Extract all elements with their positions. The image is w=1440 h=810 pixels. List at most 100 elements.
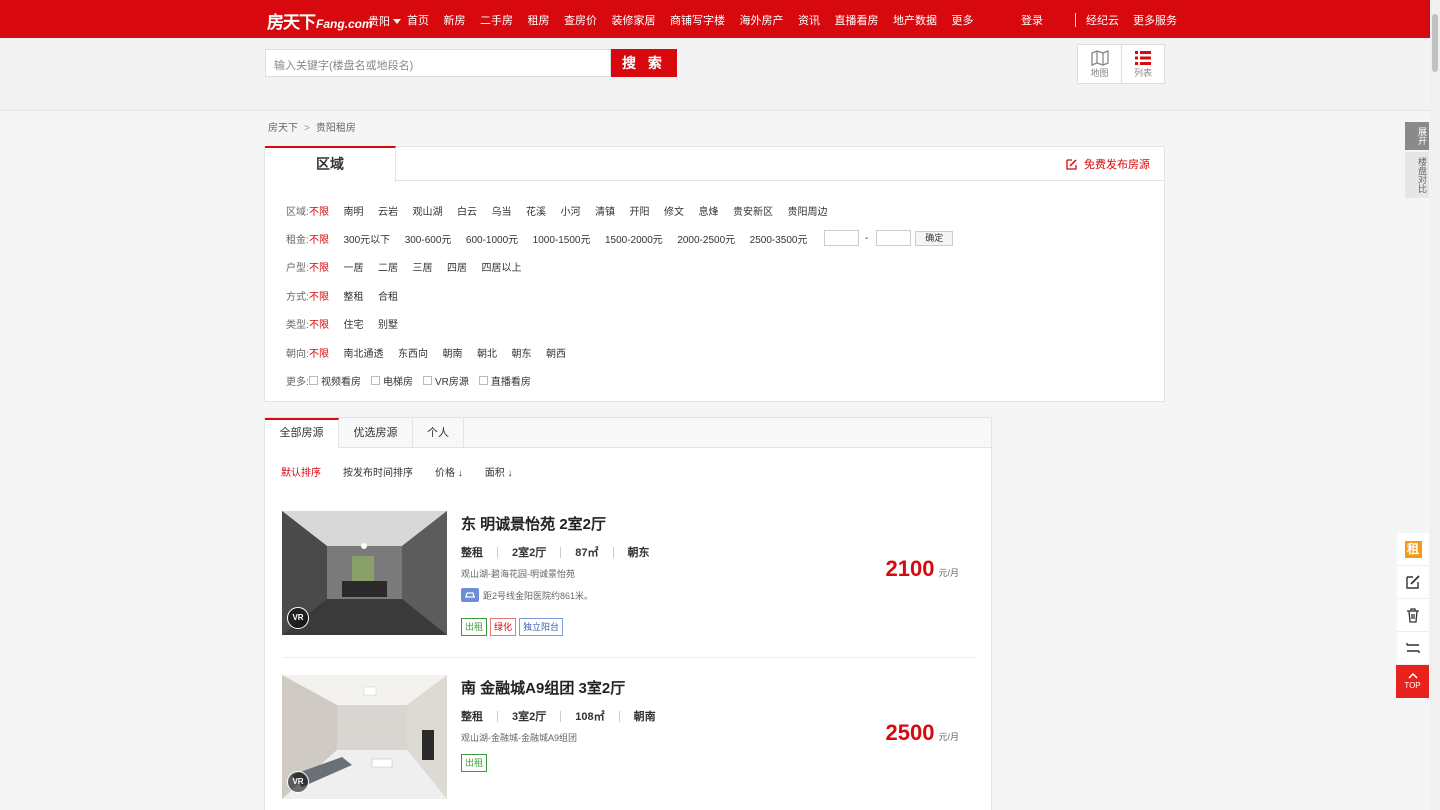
expand-button[interactable]: 展开 xyxy=(1405,122,1429,150)
filter-option[interactable]: 朝北 xyxy=(477,345,497,360)
filter-option[interactable]: 息烽 xyxy=(699,203,719,218)
compare-swap-button[interactable] xyxy=(1397,632,1429,665)
filter-option[interactable]: 朝西 xyxy=(546,345,566,360)
filter-option[interactable]: 1500-2000元 xyxy=(605,231,663,246)
tab-all-listings[interactable]: 全部房源 xyxy=(265,418,339,449)
filter-option[interactable]: 不限 xyxy=(309,259,329,274)
nav-link-price[interactable]: 查房价 xyxy=(564,12,597,28)
filter-option[interactable]: 600-1000元 xyxy=(466,231,518,246)
listing-title[interactable]: 南 金融城A9组团 3室2厅 xyxy=(461,677,625,698)
site-logo[interactable]: 房天下 Fang.com xyxy=(267,8,373,32)
nav-link-live[interactable]: 直播看房 xyxy=(835,12,879,28)
filter-option[interactable]: 乌当 xyxy=(492,203,512,218)
nav-link-rent[interactable]: 租房 xyxy=(528,12,550,28)
checkbox-icon xyxy=(423,376,432,385)
city-switcher[interactable]: 贵阳 xyxy=(368,13,401,29)
more-services-link[interactable]: 更多服务 xyxy=(1133,12,1177,28)
feedback-button[interactable] xyxy=(1397,566,1429,599)
listing-photo[interactable]: VR xyxy=(282,675,447,799)
filter-option[interactable]: 白云 xyxy=(457,203,477,218)
nav-link-more[interactable]: 更多 xyxy=(952,12,974,28)
nav-link-home[interactable]: 首页 xyxy=(407,12,429,28)
nav-link-overseas[interactable]: 海外房产 xyxy=(740,12,784,28)
filter-option[interactable]: 二居 xyxy=(378,259,398,274)
listing-photo[interactable]: VR xyxy=(282,511,447,635)
filter-option[interactable]: 清镇 xyxy=(595,203,615,218)
map-view-button[interactable]: 地图 xyxy=(1078,45,1121,83)
filter-option[interactable]: 贵安新区 xyxy=(733,203,773,218)
nav-link-news[interactable]: 资讯 xyxy=(798,12,820,28)
side-toolbar: 租 xyxy=(1397,533,1429,665)
filter-option[interactable]: 开阳 xyxy=(630,203,650,218)
filter-option[interactable]: 合租 xyxy=(378,288,398,303)
filter-option[interactable]: 住宅 xyxy=(344,316,364,331)
filter-option[interactable]: 300元以下 xyxy=(344,231,391,246)
nav-link-secondhand[interactable]: 二手房 xyxy=(480,12,513,28)
checkbox-live[interactable]: 直播看房 xyxy=(478,373,531,388)
filter-option[interactable]: 整租 xyxy=(344,288,364,303)
sort-default[interactable]: 默认排序 xyxy=(281,464,321,479)
price-confirm-button[interactable]: 确定 xyxy=(915,230,954,246)
filter-option[interactable]: 1000-1500元 xyxy=(533,231,591,246)
checkbox-video[interactable]: 视频看房 xyxy=(309,373,361,388)
filter-option[interactable]: 300-600元 xyxy=(405,231,452,246)
search-button[interactable]: 搜 索 xyxy=(611,49,677,77)
list-view-button[interactable]: 列表 xyxy=(1121,45,1164,83)
filter-option[interactable]: 小河 xyxy=(561,203,581,218)
filter-option[interactable]: 四居以上 xyxy=(482,259,522,274)
nav-link-new[interactable]: 新房 xyxy=(444,12,466,28)
checkbox-vr[interactable]: VR房源 xyxy=(423,373,469,388)
compare-button[interactable]: 楼盘对比 xyxy=(1405,152,1429,198)
filter-option[interactable]: 不限 xyxy=(309,288,329,303)
filter-option[interactable]: 2000-2500元 xyxy=(677,231,735,246)
sort-by-price[interactable]: 价格 ↓ xyxy=(435,464,463,479)
publish-listing-link[interactable]: 免费发布房源 xyxy=(1065,156,1150,172)
listing-address[interactable]: 观山湖-碧海花园-明诚景怡苑 xyxy=(461,567,575,580)
listing-title[interactable]: 东 明诚景怡苑 2室2厅 xyxy=(461,513,606,534)
filter-option[interactable]: 贵阳周边 xyxy=(788,203,828,218)
rent-shortcut-button[interactable]: 租 xyxy=(1397,533,1429,566)
filter-option[interactable]: 2500-3500元 xyxy=(750,231,808,246)
nav-link-commercial[interactable]: 商铺写字楼 xyxy=(670,12,725,28)
filter-option[interactable]: 花溪 xyxy=(526,203,546,218)
login-link[interactable]: 登录 xyxy=(1021,12,1043,28)
scrollbar-thumb[interactable] xyxy=(1432,14,1438,72)
nav-link-data[interactable]: 地产数据 xyxy=(893,12,937,28)
filter-option[interactable]: 不限 xyxy=(309,345,329,360)
filter-option[interactable]: 云岩 xyxy=(378,203,398,218)
filter-option[interactable]: 不限 xyxy=(309,231,329,246)
nav-link-decor[interactable]: 装修家居 xyxy=(612,12,656,28)
filter-option[interactable]: 朝东 xyxy=(512,345,532,360)
search-input[interactable]: 输入关键字(楼盘名或地段名) xyxy=(265,49,611,77)
filter-option[interactable]: 四居 xyxy=(447,259,467,274)
min-price-input[interactable] xyxy=(823,230,859,246)
agent-link[interactable]: 经纪云 xyxy=(1086,12,1119,28)
filter-option[interactable]: 不限 xyxy=(309,316,329,331)
sort-by-area[interactable]: 面积 ↓ xyxy=(485,464,513,479)
filter-option[interactable]: 观山湖 xyxy=(413,203,443,218)
listing-item[interactable]: VR 东 明诚景怡苑 2室2厅 整租 2室2厅 87㎡ 朝东 观山湖-碧海花园-… xyxy=(282,511,976,636)
filter-option[interactable]: 南北通透 xyxy=(344,345,384,360)
back-to-top-button[interactable]: TOP xyxy=(1396,665,1429,698)
checkbox-elevator[interactable]: 电梯房 xyxy=(371,373,413,388)
tab-personal-listings[interactable]: 个人 xyxy=(413,418,464,448)
subway-info: 距2号线金阳医院约861米。 xyxy=(461,588,593,602)
filter-option[interactable]: 一居 xyxy=(344,259,364,274)
filter-option[interactable]: 东西向 xyxy=(398,345,428,360)
delete-button[interactable] xyxy=(1397,599,1429,632)
max-price-input[interactable] xyxy=(876,230,912,246)
page-scrollbar[interactable] xyxy=(1430,0,1440,810)
breadcrumb-home[interactable]: 房天下 xyxy=(268,123,298,134)
filter-option[interactable]: 修文 xyxy=(664,203,684,218)
listing-item[interactable]: VR 南 金融城A9组团 3室2厅 整租 3室2厅 108㎡ 朝南 观山湖-金融… xyxy=(282,675,976,800)
filter-option[interactable]: 南明 xyxy=(344,203,364,218)
filter-option[interactable]: 朝南 xyxy=(443,345,463,360)
filter-option[interactable]: 别墅 xyxy=(378,316,398,331)
tab-area[interactable]: 区域 xyxy=(265,146,396,182)
tab-featured-listings[interactable]: 优选房源 xyxy=(339,418,413,448)
breadcrumb-current[interactable]: 贵阳租房 xyxy=(316,123,356,134)
filter-option[interactable]: 不限 xyxy=(309,203,329,218)
sort-by-time[interactable]: 按发布时间排序 xyxy=(343,464,413,479)
listing-address[interactable]: 观山湖-金融城-金融城A9组团 xyxy=(461,731,577,744)
filter-option[interactable]: 三居 xyxy=(413,259,433,274)
